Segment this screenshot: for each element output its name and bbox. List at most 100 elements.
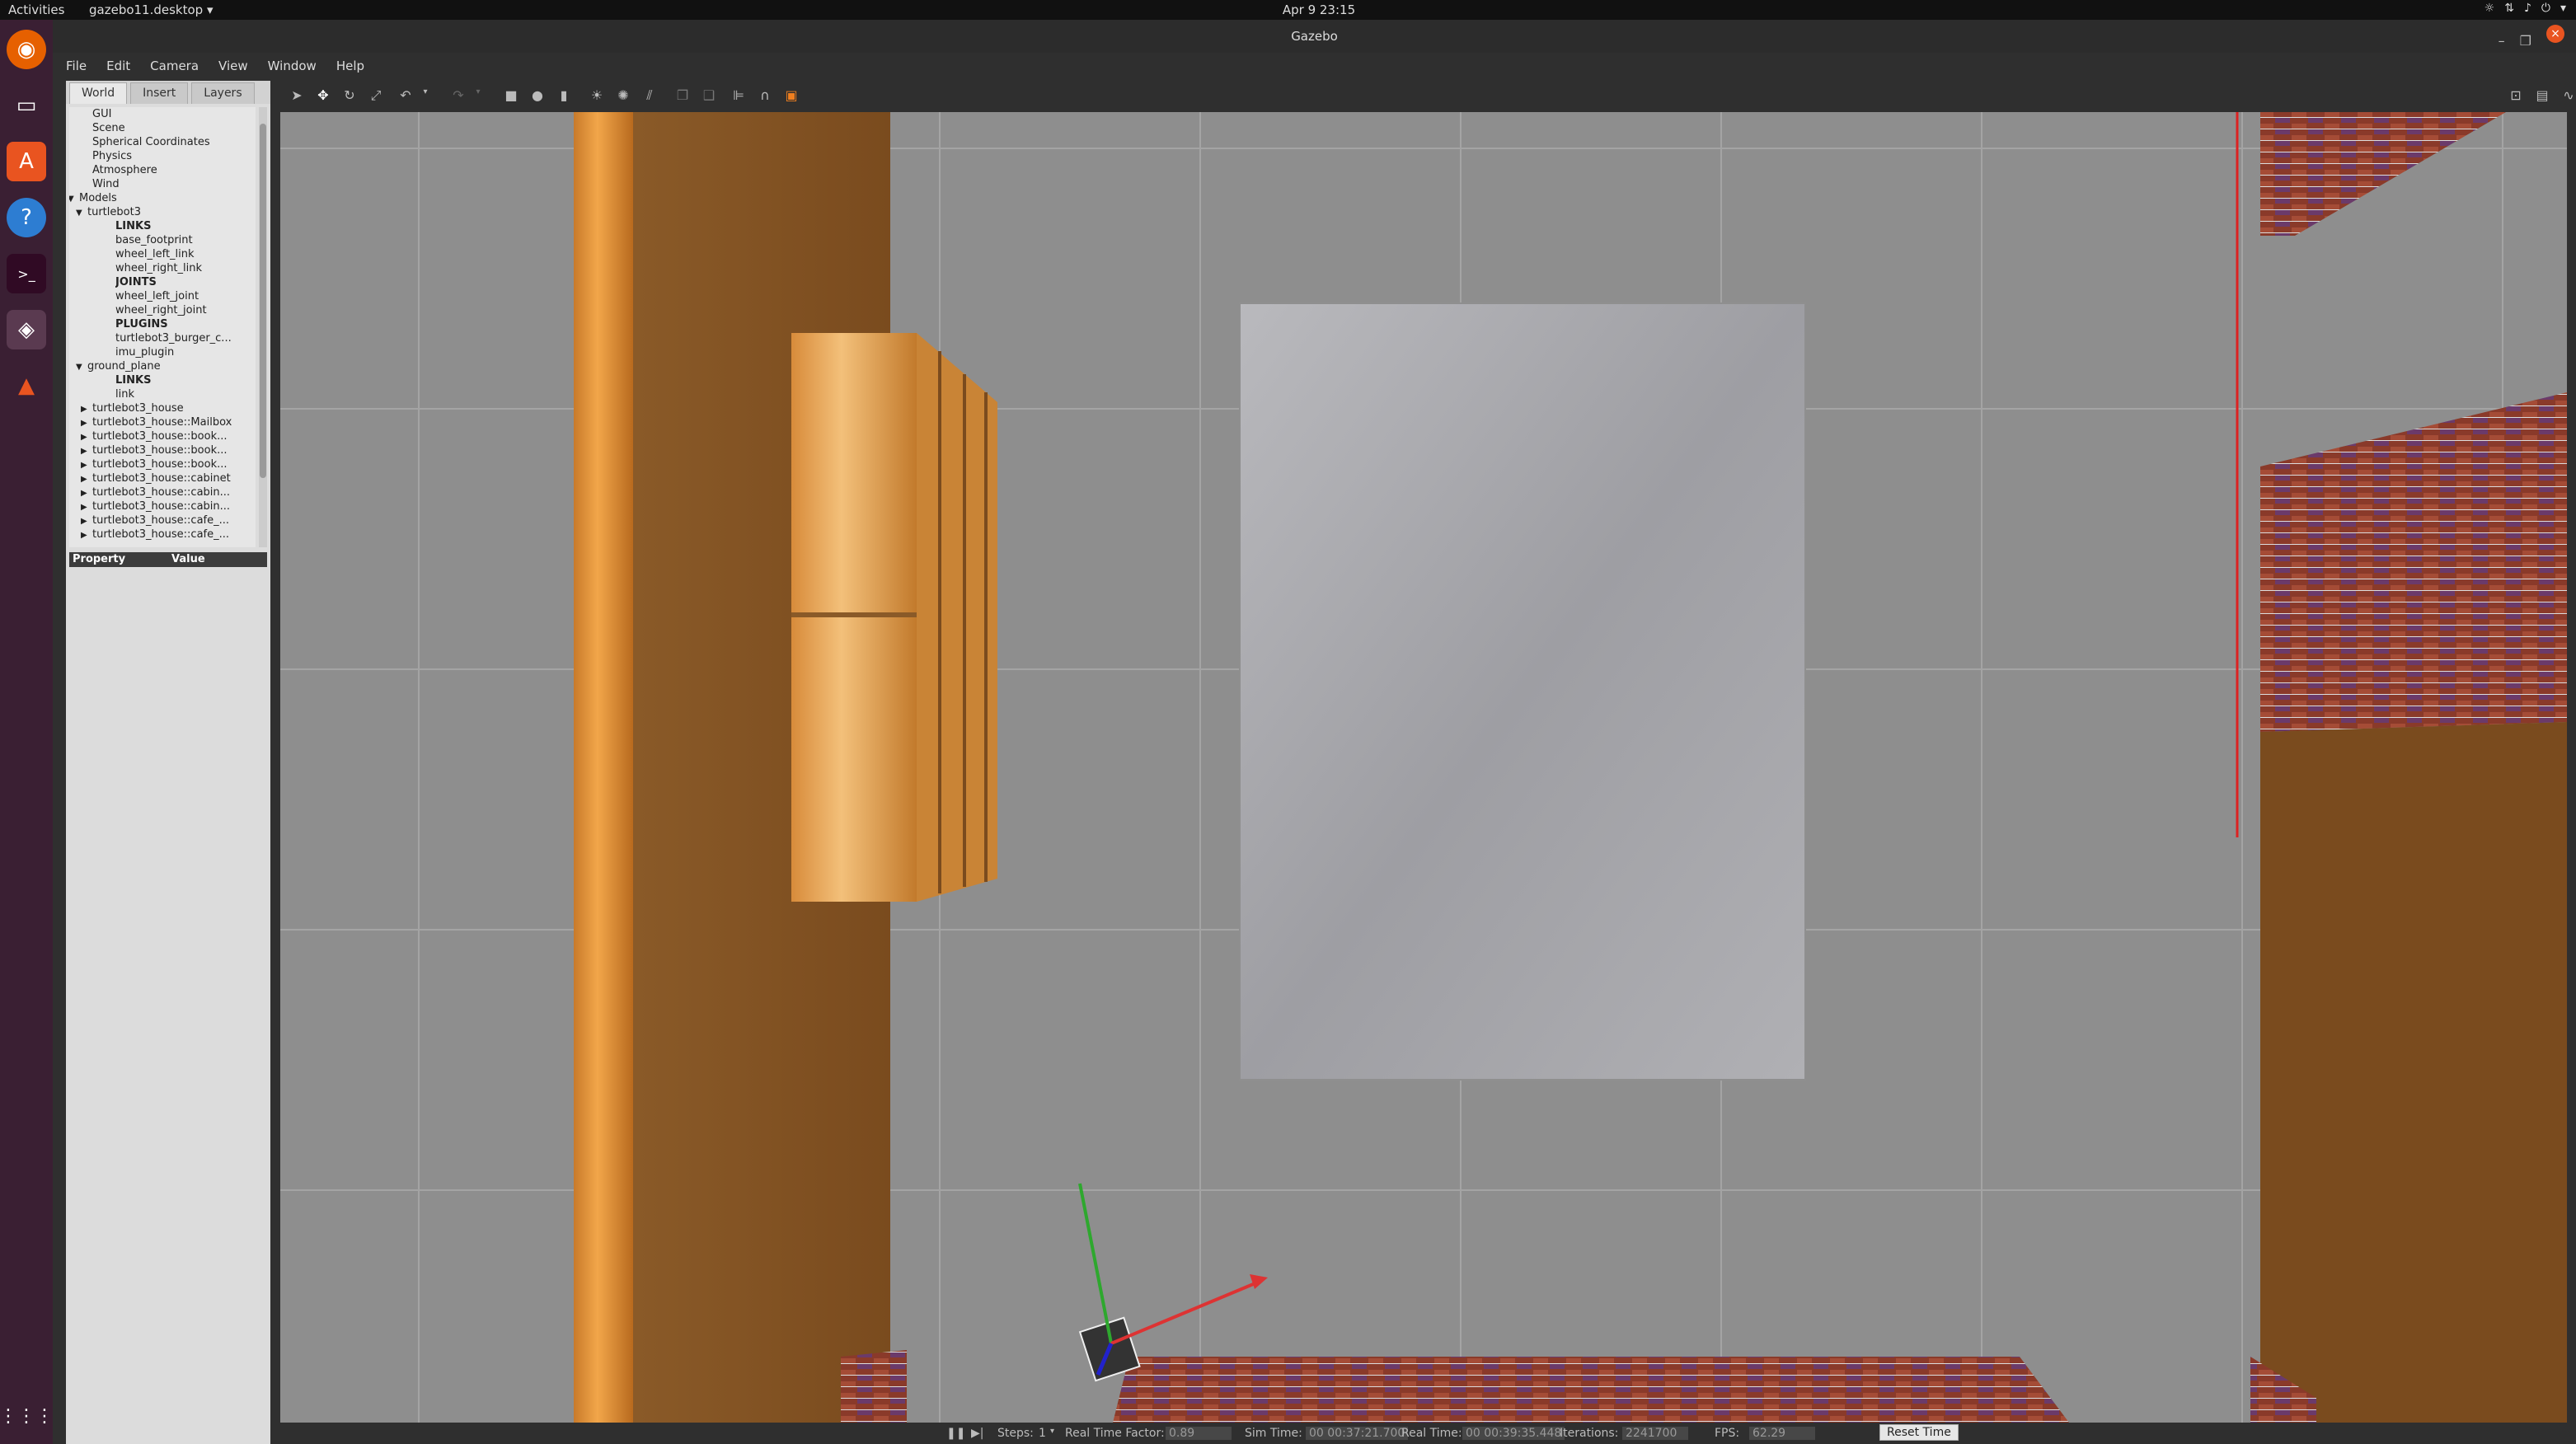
expand-right-icon[interactable]: ▶: [81, 430, 92, 443]
tree-item[interactable]: LINKS: [115, 219, 256, 233]
rotate-mode-icon[interactable]: ↻: [340, 87, 359, 105]
chevron-down-icon: ▾: [2560, 2, 2566, 15]
tree-item[interactable]: Atmosphere: [92, 163, 256, 177]
expand-right-icon[interactable]: ▶: [81, 416, 92, 429]
spot-light-icon[interactable]: ✺: [613, 87, 633, 105]
directional-light-icon[interactable]: ⫽: [640, 87, 659, 105]
tree-item[interactable]: JOINTS: [115, 275, 256, 289]
point-light-icon[interactable]: ☀: [587, 87, 607, 105]
tree-item[interactable]: base_footprint: [115, 233, 256, 247]
menu-file[interactable]: File: [66, 59, 87, 73]
3d-viewport[interactable]: [280, 112, 2567, 1423]
translate-mode-icon[interactable]: ✥: [313, 87, 333, 105]
menu-help[interactable]: Help: [336, 59, 364, 73]
change-view-icon[interactable]: ▣: [781, 87, 801, 105]
close-icon[interactable]: ×: [2546, 25, 2564, 43]
cylinder-shape-icon[interactable]: ▮: [554, 87, 574, 105]
steps-stepper[interactable]: 1: [1039, 1427, 1046, 1440]
tree-item[interactable]: wheel_left_link: [115, 247, 256, 261]
tree-item[interactable]: ▶ turtlebot3_house::cabinet: [81, 471, 254, 485]
clock[interactable]: Apr 9 23:15: [1274, 2, 1364, 17]
pause-icon[interactable]: ❚❚: [946, 1427, 965, 1440]
screenshot-icon[interactable]: ⊡: [2506, 87, 2526, 105]
expand-down-icon[interactable]: ▼: [76, 206, 87, 219]
files-icon[interactable]: ▭: [7, 86, 46, 125]
tree-item[interactable]: ▶ turtlebot3_house::cabin...: [81, 485, 254, 499]
reset-time-button[interactable]: Reset Time: [1879, 1424, 1959, 1441]
undo-icon[interactable]: ↶: [396, 87, 415, 105]
menu-view[interactable]: View: [218, 59, 248, 73]
tree-item[interactable]: wheel_right_joint: [115, 303, 256, 317]
tree-item[interactable]: ▼ ground_plane: [76, 359, 249, 373]
tree-item[interactable]: ▶ turtlebot3_house::Mailbox: [81, 415, 254, 429]
log-icon[interactable]: ▤: [2532, 87, 2552, 105]
tree-item[interactable]: ▼ turtlebot3: [76, 205, 249, 219]
steps-dropdown-icon[interactable]: ▾: [1050, 1427, 1054, 1436]
tree-scrollbar[interactable]: [259, 107, 267, 547]
expand-right-icon[interactable]: ▶: [81, 500, 92, 513]
expand-right-icon[interactable]: ▶: [81, 514, 92, 527]
expand-down-icon[interactable]: ▼: [76, 360, 87, 373]
world-tree[interactable]: GUI Scene Spherical Coordinates Physics Atmo…: [69, 107, 256, 547]
expand-right-icon[interactable]: ▶: [81, 486, 92, 499]
copy-icon[interactable]: ❐: [673, 87, 692, 105]
tree-item[interactable]: turtlebot3_burger_c...: [115, 331, 256, 345]
expand-right-icon[interactable]: ▶: [81, 528, 92, 542]
paste-icon[interactable]: ❑: [699, 87, 719, 105]
tree-item[interactable]: Spherical Coordinates: [92, 135, 256, 149]
box-shape-icon[interactable]: ■: [501, 87, 521, 105]
software-icon[interactable]: A: [7, 142, 46, 181]
app-menu[interactable]: gazebo11.desktop ▾: [89, 2, 213, 17]
tree-item[interactable]: imu_plugin: [115, 345, 256, 359]
expand-down-icon[interactable]: ▼: [69, 192, 79, 205]
matlab-icon[interactable]: ▲: [7, 366, 46, 406]
activities-button[interactable]: Activities: [8, 2, 64, 17]
snap-icon[interactable]: ∩: [755, 87, 775, 105]
help-icon[interactable]: ?: [7, 198, 46, 237]
tree-item[interactable]: Wind: [92, 177, 256, 191]
tree-item[interactable]: ▶ turtlebot3_house: [81, 401, 254, 415]
tree-item[interactable]: wheel_right_link: [115, 261, 256, 275]
scale-mode-icon[interactable]: ⤢: [366, 87, 386, 105]
menu-edit[interactable]: Edit: [106, 59, 130, 73]
tab-world[interactable]: World: [69, 82, 128, 104]
tree-item[interactable]: ▶ turtlebot3_house::book...: [81, 429, 254, 443]
show-apps-icon[interactable]: ⋮⋮⋮: [0, 1396, 54, 1436]
sphere-shape-icon[interactable]: ●: [528, 87, 547, 105]
select-mode-icon[interactable]: ➤: [287, 87, 307, 105]
tree-item[interactable]: ▶ turtlebot3_house::book...: [81, 457, 254, 471]
step-icon[interactable]: ▶|: [971, 1427, 983, 1440]
tree-item[interactable]: ▶ turtlebot3_house::book...: [81, 443, 254, 457]
tree-item-label: Models: [79, 192, 117, 204]
gazebo-icon[interactable]: ◈: [7, 310, 46, 349]
tree-item[interactable]: ▼ Models: [69, 191, 241, 205]
redo-icon[interactable]: ↷: [448, 87, 468, 105]
redo-dropdown-icon[interactable]: ▾: [468, 87, 488, 105]
tab-insert[interactable]: Insert: [130, 82, 189, 104]
value-column-label: Value: [171, 553, 205, 565]
tree-item[interactable]: PLUGINS: [115, 317, 256, 331]
expand-right-icon[interactable]: ▶: [81, 444, 92, 457]
expand-right-icon[interactable]: ▶: [81, 472, 92, 485]
status-bar: ❚❚ ▶| Steps: 1 ▾ Real Time Factor: 0.89 …: [280, 1423, 2576, 1444]
tree-item[interactable]: link: [115, 387, 256, 401]
expand-right-icon[interactable]: ▶: [81, 402, 92, 415]
expand-right-icon[interactable]: ▶: [81, 458, 92, 471]
tree-item[interactable]: Scene: [92, 121, 256, 135]
system-tray[interactable]: ☼ ⇅ ♪ ⏻ ▾: [2485, 2, 2566, 15]
tab-layers[interactable]: Layers: [191, 82, 255, 104]
tree-item[interactable]: Physics: [92, 149, 256, 163]
tree-item[interactable]: GUI: [92, 107, 256, 121]
tree-item[interactable]: wheel_left_joint: [115, 289, 256, 303]
menu-window[interactable]: Window: [268, 59, 317, 73]
firefox-icon[interactable]: ◉: [7, 30, 46, 69]
menu-camera[interactable]: Camera: [150, 59, 199, 73]
undo-dropdown-icon[interactable]: ▾: [415, 87, 435, 105]
tree-item[interactable]: LINKS: [115, 373, 256, 387]
plot-icon[interactable]: ∿: [2559, 87, 2576, 105]
align-icon[interactable]: ⊫: [729, 87, 748, 105]
terminal-icon[interactable]: >_: [7, 254, 46, 293]
tree-item[interactable]: ▶ turtlebot3_house::cafe_...: [81, 513, 254, 527]
tree-item[interactable]: ▶ turtlebot3_house::cabin...: [81, 499, 254, 513]
tree-item[interactable]: ▶ turtlebot3_house::cafe_...: [81, 527, 254, 542]
